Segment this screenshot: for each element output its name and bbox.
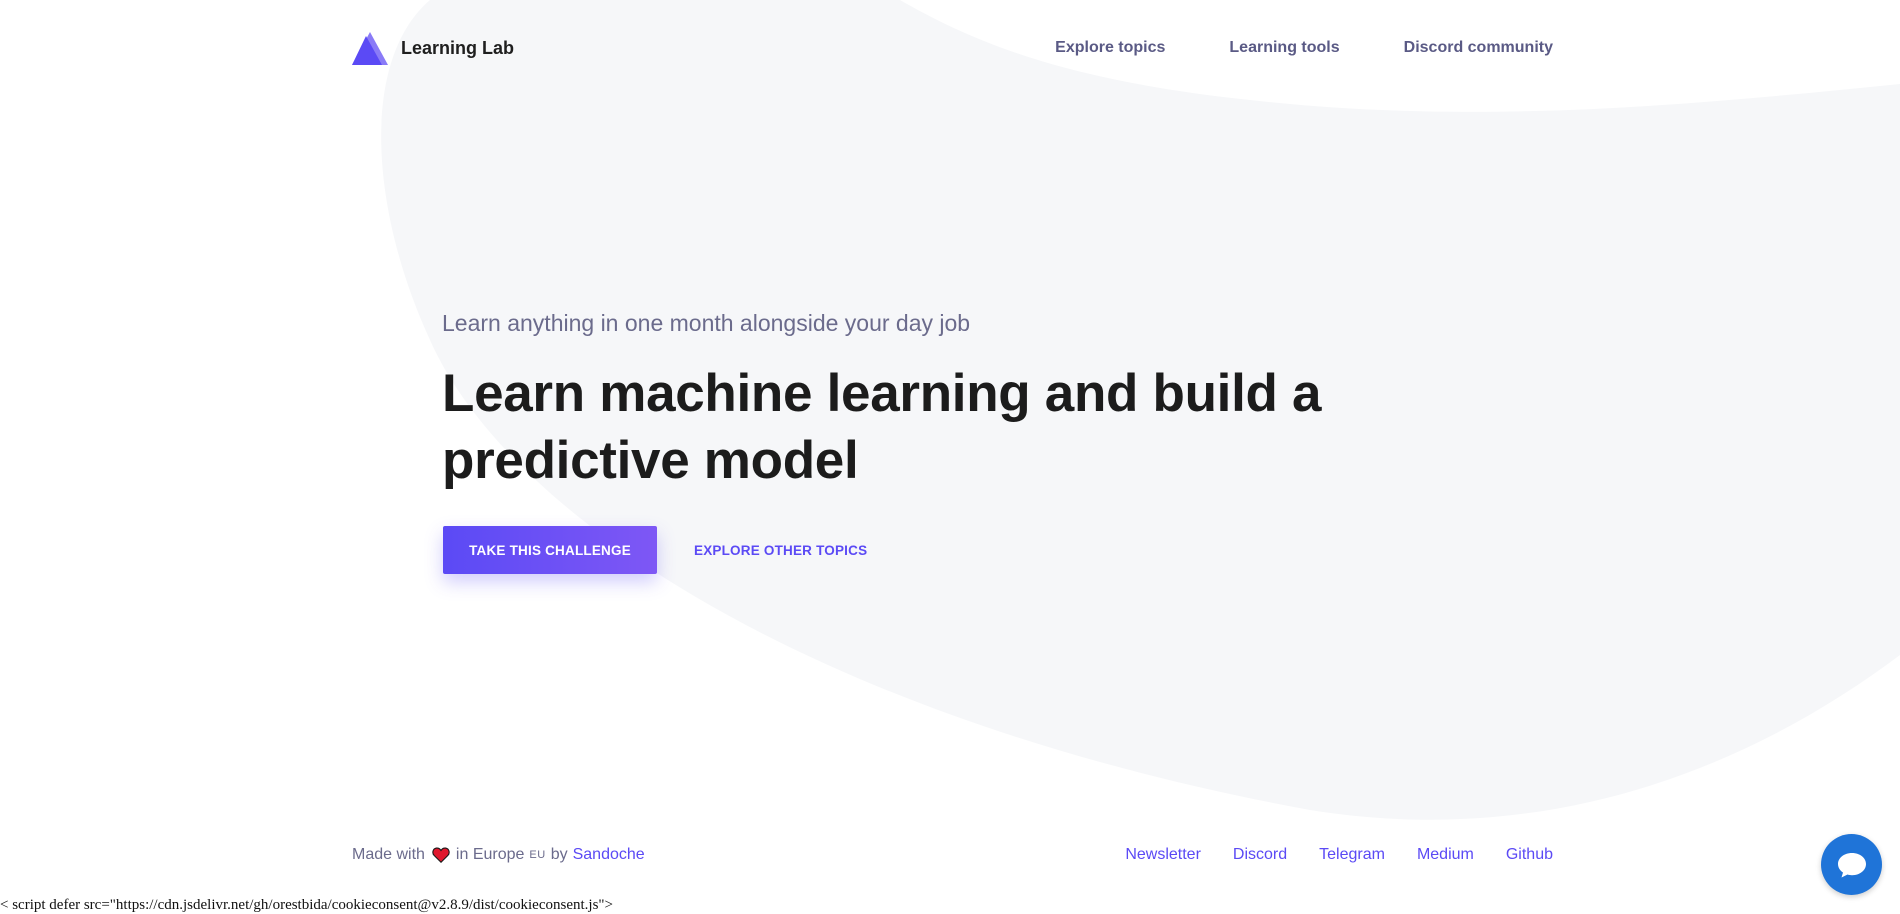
footer-credits: Made with in Europe EU by Sandoche bbox=[352, 846, 645, 864]
footer-links: Newsletter Discord Telegram Medium Githu… bbox=[1125, 846, 1553, 864]
made-with-text: Made with bbox=[352, 846, 425, 863]
nav-discord-community[interactable]: Discord community bbox=[1404, 39, 1553, 57]
by-text: by bbox=[550, 846, 568, 863]
triangle-logo-icon bbox=[352, 32, 388, 65]
footer-link-telegram[interactable]: Telegram bbox=[1319, 846, 1385, 864]
explore-other-topics-link[interactable]: EXPLORE OTHER TOPICS bbox=[694, 543, 867, 558]
eu-badge: EU bbox=[529, 849, 546, 861]
take-challenge-button[interactable]: TAKE THIS CHALLENGE bbox=[443, 526, 657, 574]
footer-link-medium[interactable]: Medium bbox=[1417, 846, 1474, 864]
logo-link[interactable]: Learning Lab bbox=[352, 32, 514, 65]
logo-text: Learning Lab bbox=[401, 38, 515, 58]
chat-bubble-icon bbox=[1837, 852, 1866, 877]
footer-link-newsletter[interactable]: Newsletter bbox=[1125, 846, 1201, 864]
hero-actions: TAKE THIS CHALLENGE EXPLORE OTHER TOPICS bbox=[443, 526, 867, 574]
footer-link-github[interactable]: Github bbox=[1506, 846, 1553, 864]
raw-script-text: < script defer src="https://cdn.jsdelivr… bbox=[0, 897, 613, 913]
hero-title: Learn machine learning and build a predi… bbox=[442, 364, 1322, 490]
main-nav: Explore topics Learning tools Discord co… bbox=[1055, 39, 1553, 57]
in-europe-text: in Europe bbox=[455, 846, 525, 863]
heart-icon bbox=[432, 847, 450, 863]
hero-section: Learn anything in one month alongside yo… bbox=[442, 308, 1342, 494]
author-link[interactable]: Sandoche bbox=[573, 846, 645, 864]
hero-subtitle: Learn anything in one month alongside yo… bbox=[442, 310, 971, 336]
footer-link-discord[interactable]: Discord bbox=[1233, 846, 1287, 864]
nav-explore-topics[interactable]: Explore topics bbox=[1055, 39, 1165, 57]
nav-learning-tools[interactable]: Learning tools bbox=[1229, 39, 1339, 57]
chat-button[interactable] bbox=[1821, 834, 1882, 895]
